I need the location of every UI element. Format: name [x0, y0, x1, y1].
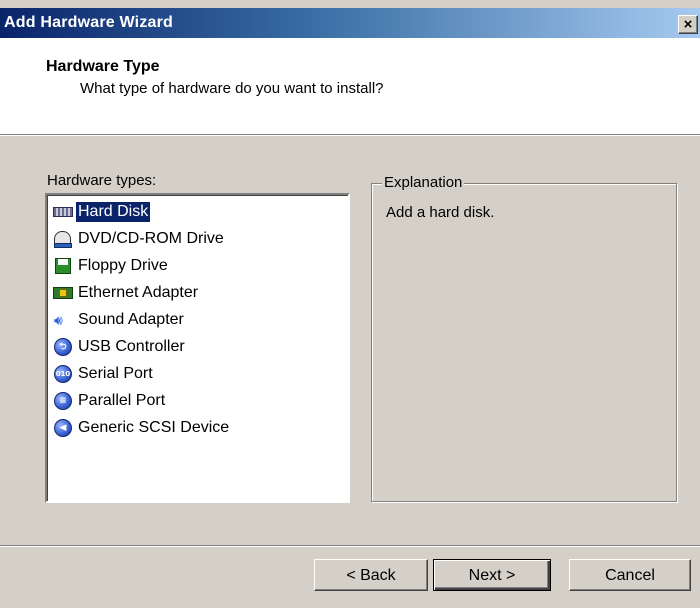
list-item-usb-controller[interactable]: ⮌︎ USB Controller	[53, 335, 187, 359]
back-button[interactable]: < Back	[314, 559, 428, 591]
list-item-label: Floppy Drive	[78, 257, 168, 274]
hardware-types-label: Hardware types:	[47, 172, 157, 189]
serial-port-icon: 010	[53, 364, 73, 384]
list-item-ethernet-adapter[interactable]: Ethernet Adapter	[53, 281, 200, 305]
speaker-icon: 🔊︎	[54, 312, 63, 328]
next-button[interactable]: Next >	[433, 559, 551, 591]
explanation-groupbox: Explanation Add a hard disk.	[371, 174, 677, 502]
explanation-text: Add a hard disk.	[386, 204, 495, 221]
list-item-label: Ethernet Adapter	[78, 284, 199, 301]
list-item-parallel-port[interactable]: ≡ Parallel Port	[53, 389, 167, 413]
list-item-label: Serial Port	[78, 365, 153, 382]
list-item-generic-scsi-device[interactable]: ◀ Generic SCSI Device	[53, 416, 231, 440]
list-item-label: Parallel Port	[78, 392, 166, 409]
list-item-floppy-drive[interactable]: Floppy Drive	[53, 254, 170, 278]
list-item-sound-adapter[interactable]: 🔊︎ Sound Adapter	[53, 308, 186, 332]
window-title: Add Hardware Wizard	[4, 14, 174, 31]
wizard-header: Hardware Type What type of hardware do y…	[0, 38, 700, 134]
list-item-label: Hard Disk	[76, 202, 151, 222]
usb-icon: ⮌︎	[53, 337, 73, 357]
list-item-dvd-cd-rom-drive[interactable]: DVD/CD-ROM Drive	[53, 227, 226, 251]
footer-divider	[0, 545, 700, 547]
hard-disk-icon	[53, 202, 73, 222]
cancel-button[interactable]: Cancel	[569, 559, 691, 591]
page-subtitle: What type of hardware do you want to ins…	[80, 80, 384, 97]
scsi-icon: ◀	[53, 418, 73, 438]
parallel-port-icon: ≡	[53, 391, 73, 411]
close-button[interactable]: ×	[678, 15, 698, 34]
hardware-types-listbox[interactable]: Hard Disk DVD/CD-ROM Drive Floppy Drive …	[45, 193, 350, 503]
floppy-drive-icon	[53, 256, 73, 276]
list-item-serial-port[interactable]: 010 Serial Port	[53, 362, 155, 386]
title-bar[interactable]: Add Hardware Wizard ×	[0, 8, 700, 38]
explanation-legend: Explanation	[382, 174, 465, 191]
header-divider	[0, 134, 700, 136]
add-hardware-wizard-window: Add Hardware Wizard × Hardware Type What…	[0, 0, 700, 608]
list-item-label: Generic SCSI Device	[78, 419, 230, 436]
list-item-label: USB Controller	[78, 338, 185, 355]
ethernet-adapter-icon	[53, 283, 73, 303]
page-title: Hardware Type	[46, 58, 160, 75]
dvd-drive-icon	[53, 229, 73, 249]
list-item-label: DVD/CD-ROM Drive	[78, 230, 224, 247]
close-icon: ×	[683, 16, 693, 33]
list-item-label: Sound Adapter	[78, 311, 184, 328]
list-item-hard-disk[interactable]: Hard Disk	[53, 200, 151, 224]
